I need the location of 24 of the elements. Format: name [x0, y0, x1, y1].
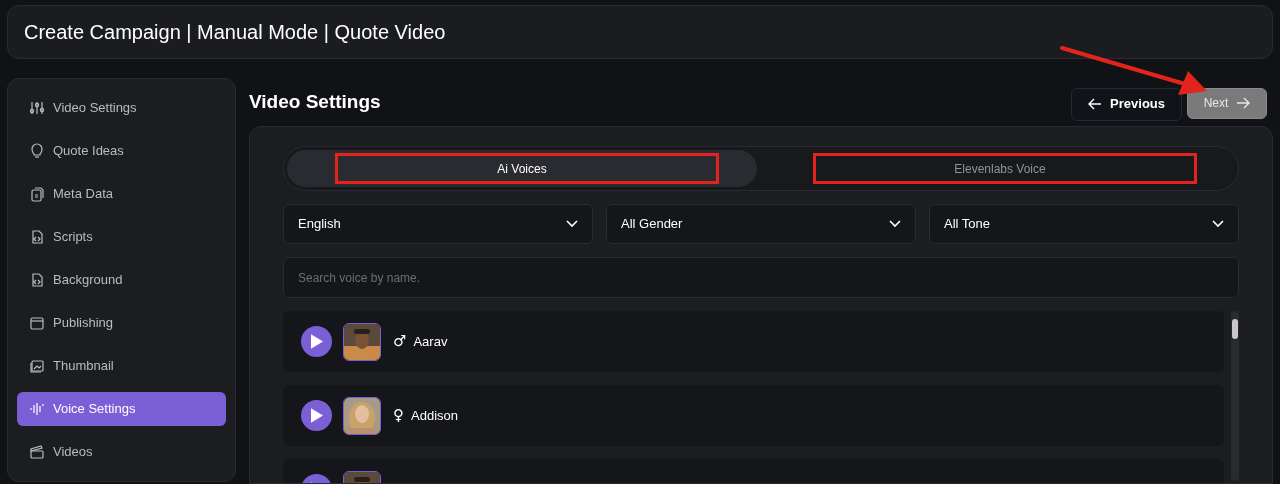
sidebar-item[interactable]: Thumbnail — [17, 349, 226, 383]
filter-dropdown[interactable]: English — [283, 204, 593, 244]
voice-row[interactable]: ♂ Aarav — [283, 311, 1224, 372]
sidebar-item[interactable]: Voice Settings — [17, 392, 226, 426]
section-heading: Video Settings — [249, 89, 381, 114]
sidebar-item[interactable]: Meta Data — [17, 177, 226, 211]
sidebar-item[interactable]: Publishing — [17, 306, 226, 340]
sidebar-item[interactable]: Quote Ideas — [17, 134, 226, 168]
page-title: Create Campaign | Manual Mode | Quote Video — [24, 20, 446, 45]
gender-symbol: ♂ — [393, 331, 407, 353]
voice-tab[interactable]: Ai Voices — [287, 150, 757, 187]
search-field[interactable]: Search voice by name. — [283, 257, 1239, 298]
sidebar-item[interactable]: Scripts — [17, 220, 226, 254]
voice-tab[interactable]: Elevenlabs Voice — [765, 150, 1235, 187]
previous-button[interactable]: Previous — [1071, 87, 1182, 121]
sidebar-item[interactable]: Video Settings — [17, 91, 226, 125]
voice-row[interactable]: ♀ Addison — [283, 385, 1224, 446]
voice-name: Aarav — [413, 332, 448, 351]
sidebar-item[interactable]: Videos — [17, 435, 226, 469]
filter-dropdown[interactable]: All Tone — [929, 204, 1239, 244]
sidebar-item[interactable]: Background — [17, 263, 226, 297]
gender-symbol: ♀ — [393, 405, 404, 427]
voice-name: Addison — [411, 406, 458, 425]
filter-dropdown[interactable]: All Gender — [606, 204, 916, 244]
